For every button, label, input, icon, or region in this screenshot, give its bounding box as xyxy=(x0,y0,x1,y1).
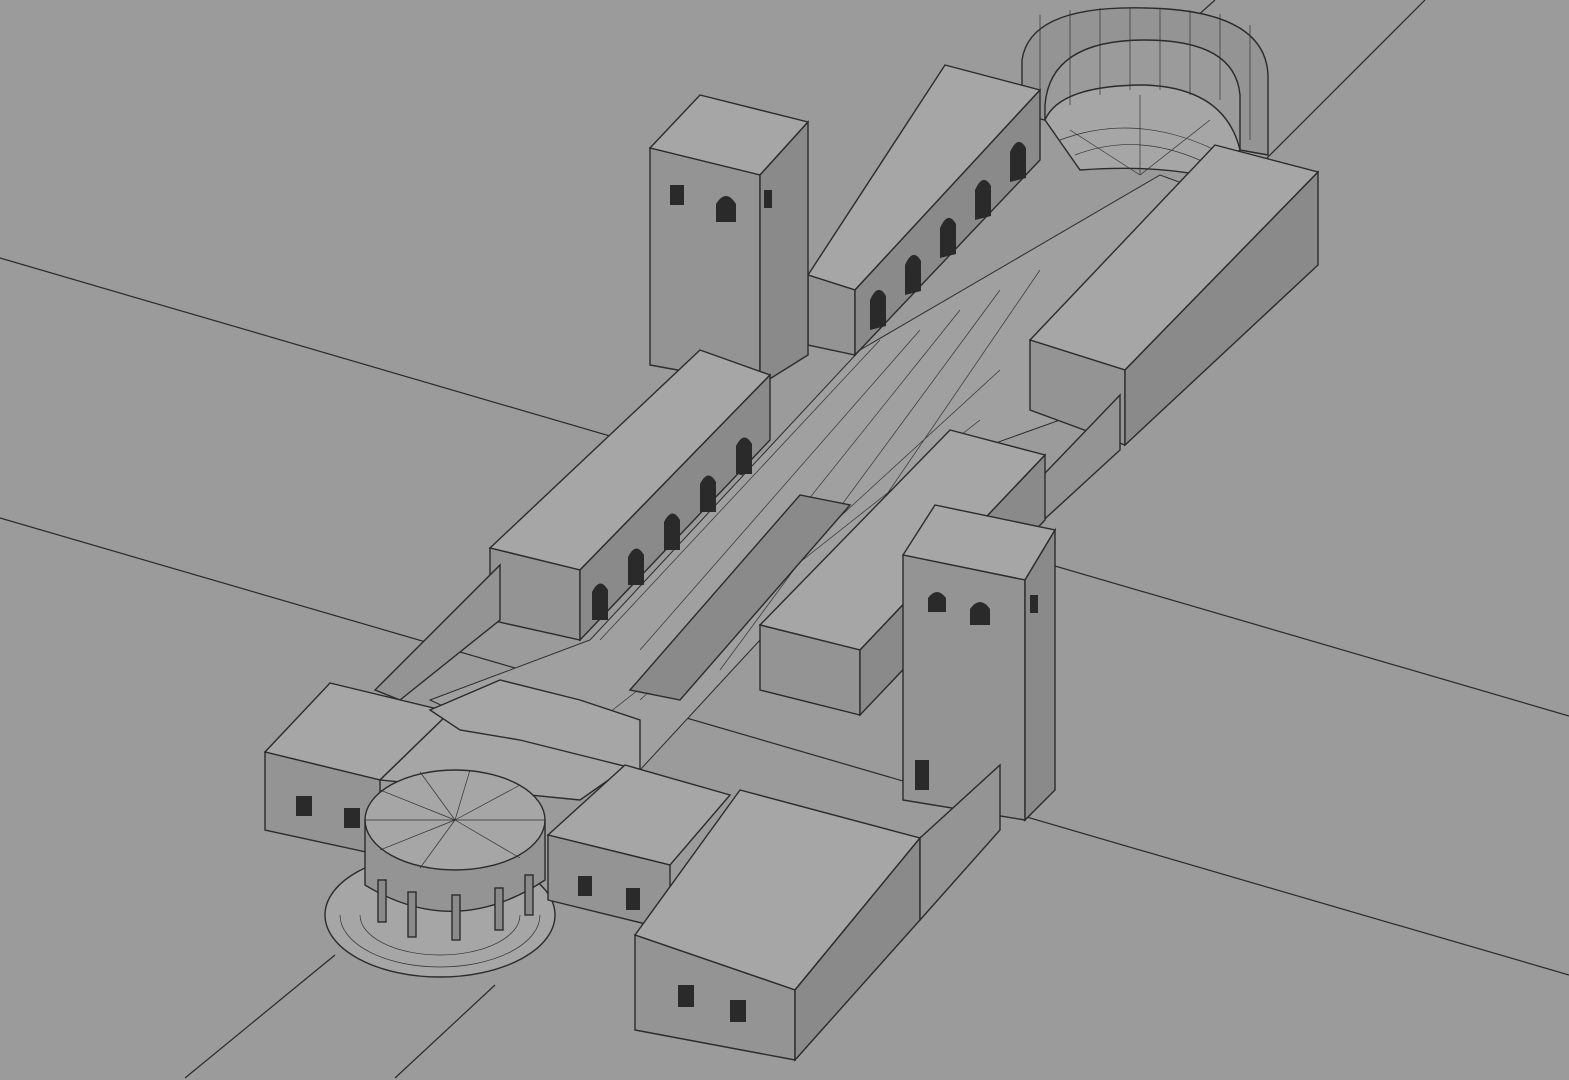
west-tower xyxy=(648,94,810,387)
3d-viewport-wireframe-castle[interactable] xyxy=(0,0,1569,1080)
east-tower xyxy=(901,504,1057,822)
east-block xyxy=(999,144,1320,562)
